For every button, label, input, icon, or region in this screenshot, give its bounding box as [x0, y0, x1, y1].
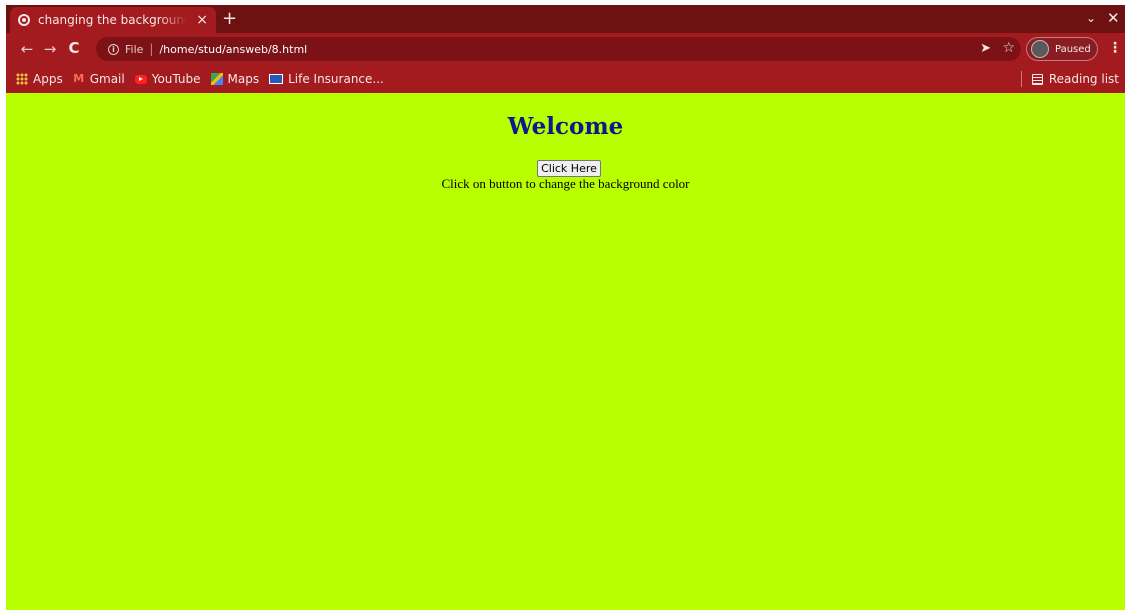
bookmark-apps[interactable]: Apps [16, 72, 63, 86]
window-close-icon[interactable]: ✕ [1107, 9, 1120, 27]
reading-list-label: Reading list [1048, 72, 1119, 86]
address-bar[interactable]: i File | /home/stud/answeb/8.html ➤ ☆ [96, 37, 1021, 61]
tab-search-chevron-icon[interactable]: ⌄ [1086, 11, 1096, 25]
bookmark-label: Gmail [89, 72, 125, 86]
back-arrow-icon[interactable]: ← [16, 40, 38, 58]
reading-list-icon [1031, 73, 1043, 85]
click-here-button[interactable]: Click Here [537, 160, 601, 177]
gmail-icon: M [73, 72, 85, 85]
reload-icon[interactable]: C [63, 39, 85, 57]
bookmark-life-insurance[interactable]: Life Insurance... [269, 72, 384, 86]
url-text[interactable]: /home/stud/answeb/8.html [159, 43, 307, 56]
maps-icon [210, 73, 223, 85]
bookmarks-bar: Apps M Gmail YouTube Maps Life Insurance… [6, 65, 1125, 93]
apps-grid-icon [16, 73, 28, 85]
bookmark-star-icon[interactable]: ☆ [1002, 40, 1015, 56]
bookmark-gmail[interactable]: M Gmail [73, 72, 125, 86]
browser-toolbar: ← → C i File | /home/stud/answeb/8.html … [6, 33, 1125, 65]
bookmark-label: Maps [227, 72, 260, 86]
forward-arrow-icon[interactable]: → [39, 40, 61, 58]
tab-close-icon[interactable]: × [196, 13, 208, 27]
scheme-label: File [125, 42, 144, 56]
send-tab-icon[interactable]: ➤ [980, 41, 991, 56]
profile-button[interactable]: Paused [1026, 37, 1098, 61]
globe-icon [18, 14, 30, 26]
address-separator: | [149, 42, 154, 56]
tab-strip: changing the background color × + ⌄ ✕ [6, 5, 1125, 33]
bookmark-maps[interactable]: Maps [210, 72, 260, 86]
page-title: Welcome [507, 113, 624, 140]
tab-title: changing the background color [38, 13, 188, 27]
avatar [1031, 40, 1049, 58]
page-viewport: Welcome Click Here Click on button to ch… [6, 93, 1125, 610]
life-insurance-icon [269, 74, 284, 84]
browser-window: changing the background color × + ⌄ ✕ ← … [6, 5, 1125, 610]
bookmark-youtube[interactable]: YouTube [134, 72, 201, 86]
info-icon[interactable]: i [108, 43, 119, 55]
bookmark-label: YouTube [151, 72, 201, 86]
bookmark-label: Apps [33, 72, 63, 86]
youtube-icon [134, 74, 147, 84]
profile-status: Paused [1055, 43, 1091, 55]
reading-list-button[interactable]: Reading list [1020, 71, 1119, 87]
bookmark-label: Life Insurance... [288, 72, 384, 86]
bookmarks-divider [1020, 71, 1022, 87]
kebab-menu-icon[interactable]: ⋮ [1108, 40, 1122, 56]
browser-tab[interactable]: changing the background color × [10, 7, 216, 33]
new-tab-button[interactable]: + [222, 9, 237, 29]
instruction-text: Click on button to change the background… [441, 176, 690, 191]
